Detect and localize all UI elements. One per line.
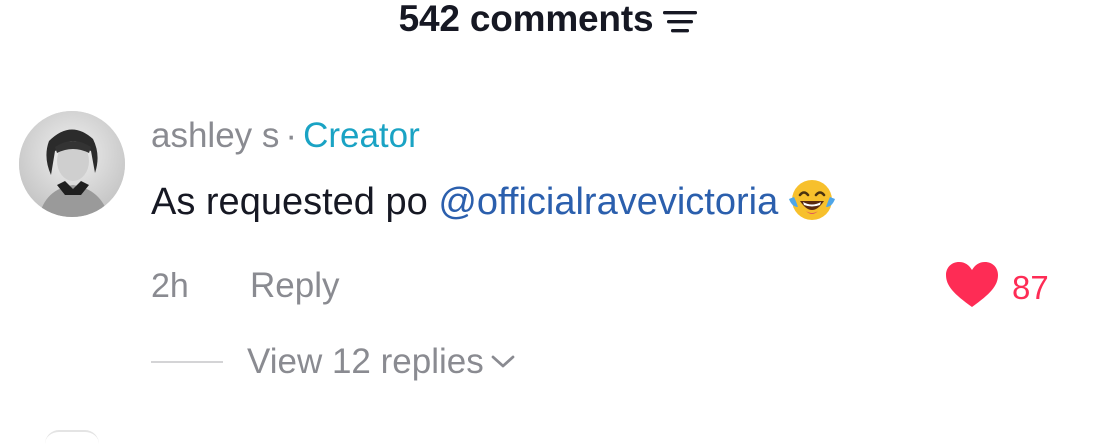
comment-username[interactable]: ashley s (151, 116, 279, 155)
reply-button[interactable]: Reply (250, 266, 339, 306)
view-replies-label[interactable]: View 12 replies (247, 341, 484, 383)
view-replies-button[interactable]: View 12 replies (247, 341, 516, 383)
chevron-down-icon[interactable] (490, 349, 516, 376)
comment-mention-link[interactable]: @officialravevictoria (438, 181, 778, 223)
username-separator: · (285, 116, 298, 155)
heart-icon[interactable] (944, 260, 1000, 315)
replies-divider (151, 361, 223, 363)
user-avatar[interactable] (19, 111, 125, 217)
comment-header: ashley s · Creator (151, 114, 420, 158)
comment-meta: 2h (151, 266, 189, 306)
creator-badge: Creator (303, 116, 420, 155)
comments-count-title: 542 comments (398, 0, 654, 39)
like-count: 87 (1012, 268, 1049, 306)
tears-of-joy-emoji (786, 177, 838, 223)
like-button[interactable]: 87 (944, 260, 1049, 315)
next-comment-avatar (45, 430, 99, 444)
comments-header-inner: 542 comments (399, 0, 700, 40)
comments-header: 542 comments (0, 0, 1098, 46)
comment-time: 2h (151, 267, 189, 305)
comment-text: As requested po (151, 181, 428, 223)
sort-lines-icon[interactable] (663, 9, 699, 35)
comment-body: As requested po @officialravevictoria (151, 177, 838, 226)
